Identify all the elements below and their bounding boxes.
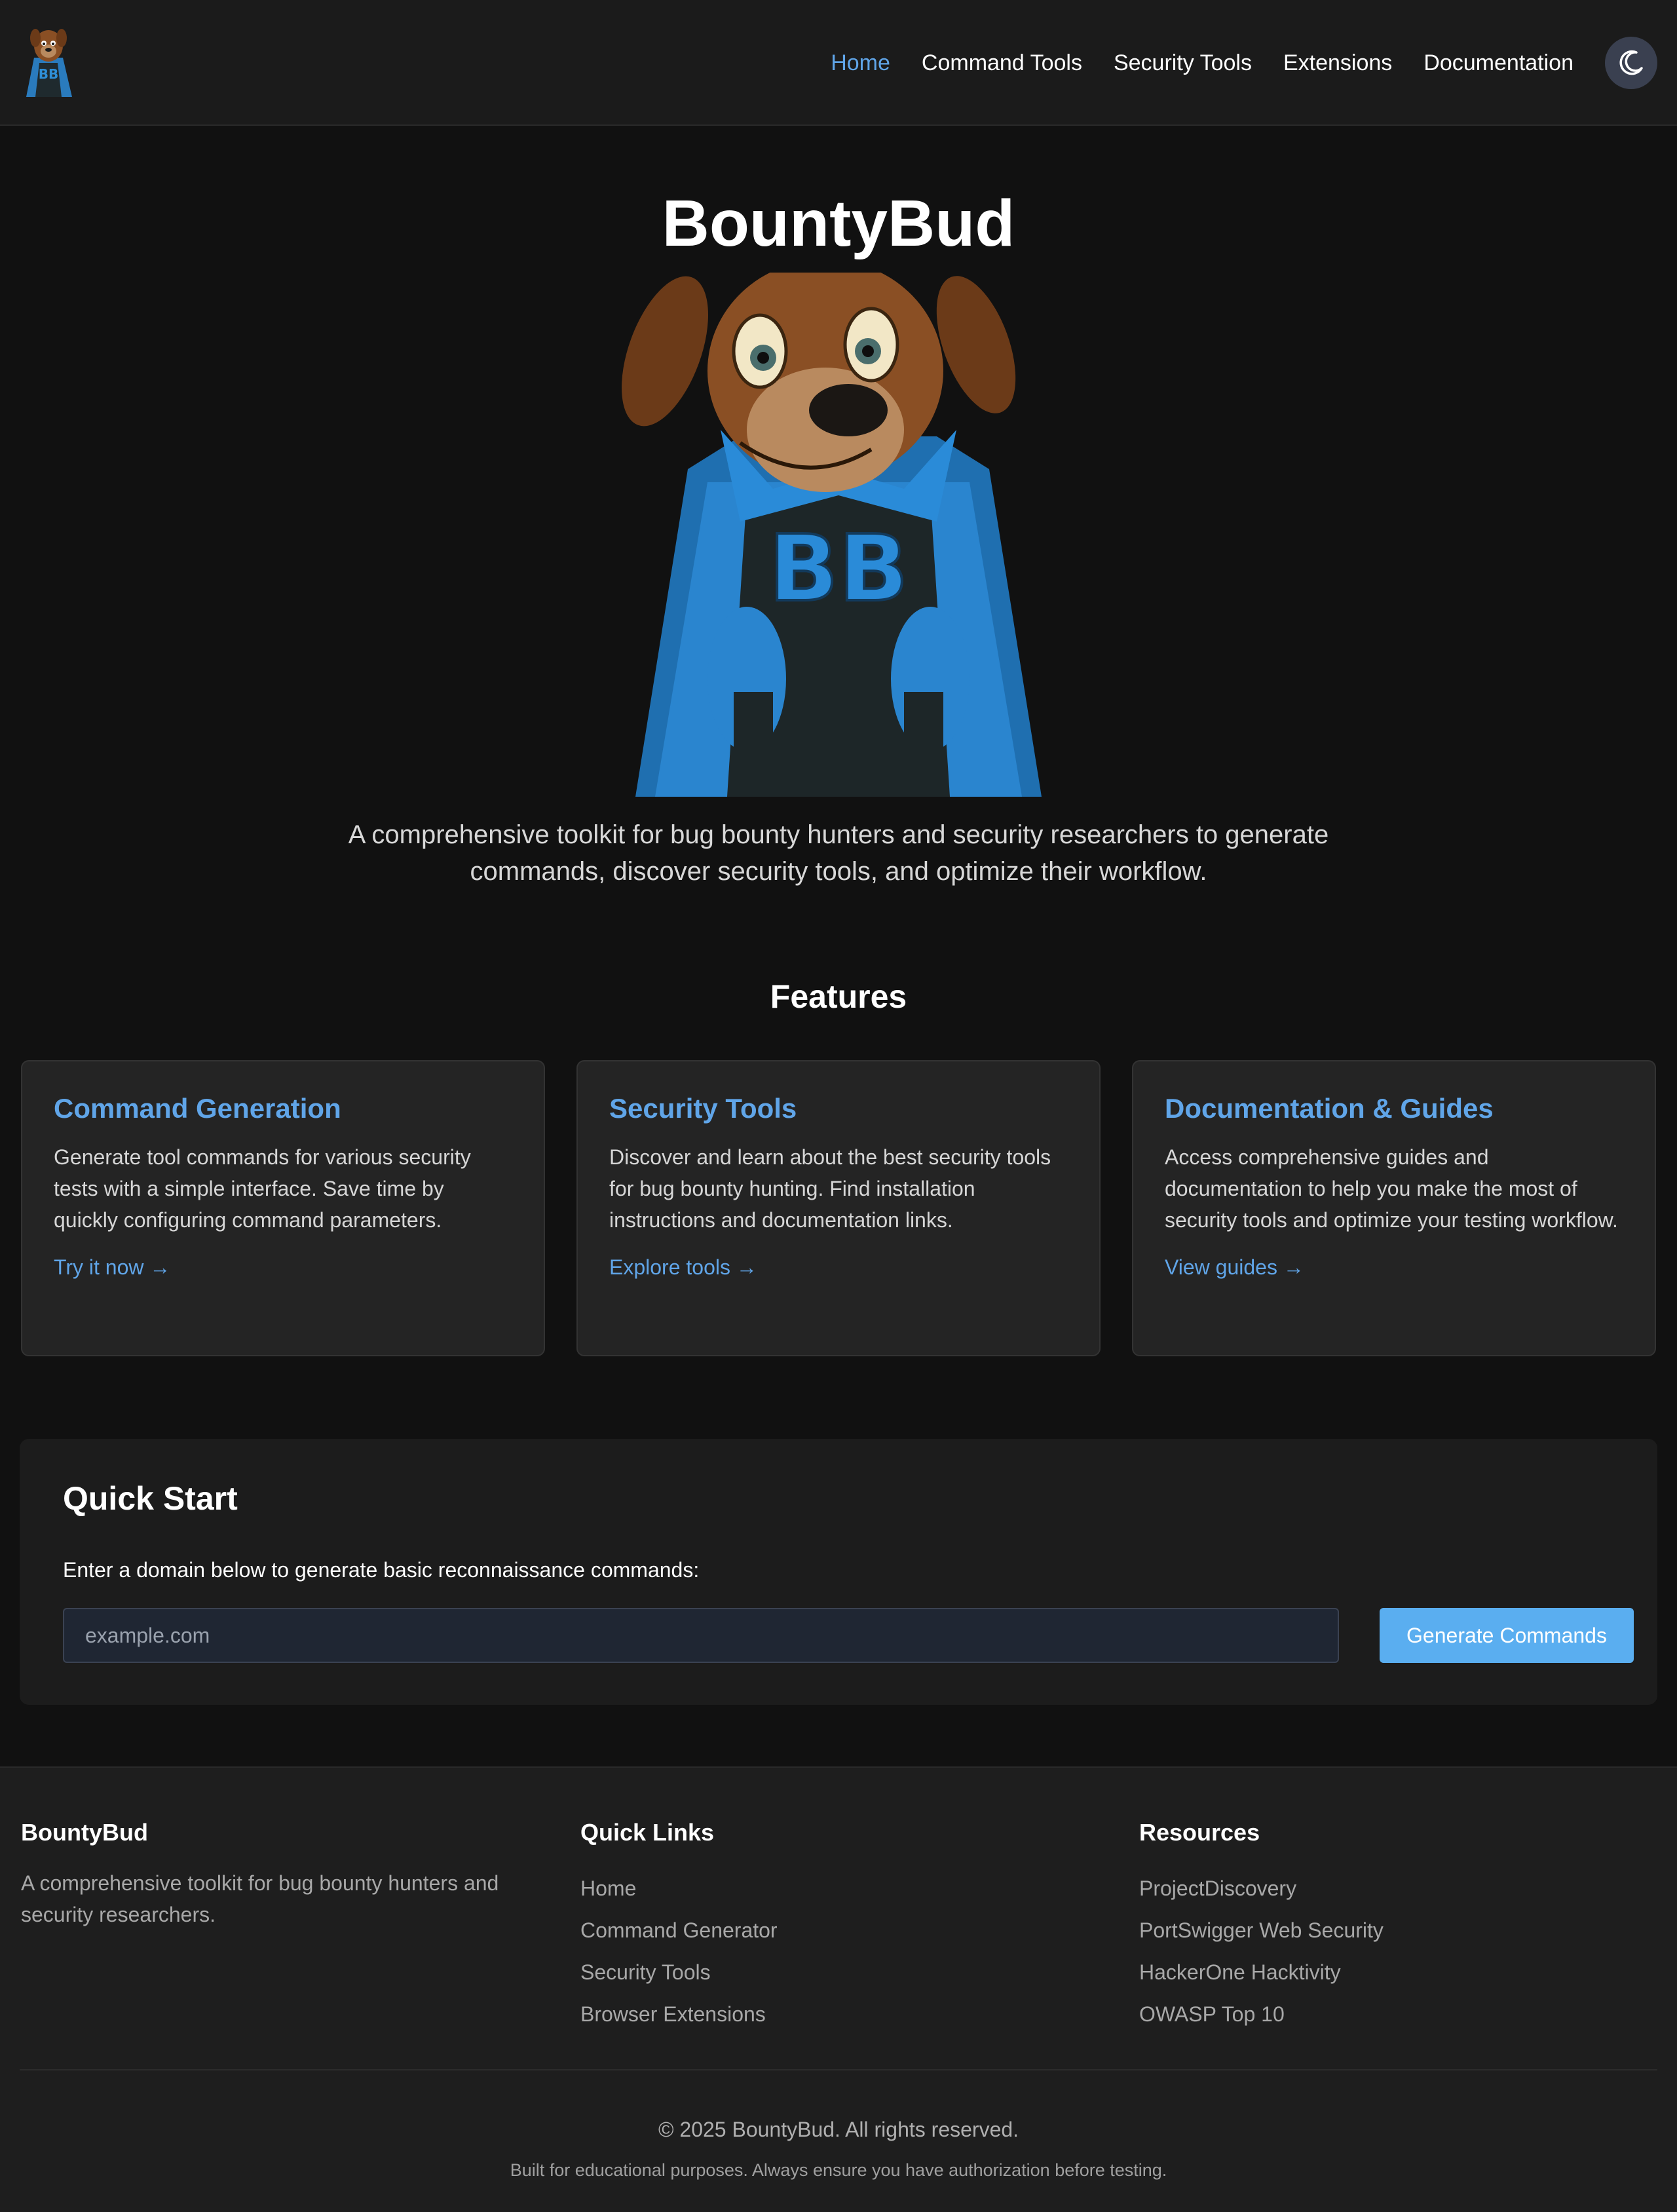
footer-about-title: BountyBud	[21, 1819, 148, 1846]
footer-quick-links-title: Quick Links	[580, 1819, 715, 1846]
footer-about: BountyBud A comprehensive toolkit for bu…	[21, 1816, 545, 1930]
footer-resources: Resources ProjectDiscovery PortSwigger W…	[1139, 1816, 1663, 2035]
domain-input[interactable]	[63, 1608, 1339, 1663]
moon-icon	[1619, 50, 1643, 75]
feature-card-title: Security Tools	[609, 1093, 797, 1124]
nav-extensions[interactable]: Extensions	[1283, 50, 1392, 76]
footer-link-home[interactable]: Home	[580, 1867, 1104, 1909]
nav-security-tools[interactable]: Security Tools	[1114, 50, 1252, 76]
footer-resources-title: Resources	[1139, 1819, 1260, 1846]
footer-quick-links: Quick Links Home Command Generator Secur…	[580, 1816, 1104, 2035]
footer-about-text: A comprehensive toolkit for bug bounty h…	[21, 1871, 499, 1926]
view-guides-link[interactable]: View guides →	[1165, 1255, 1304, 1279]
nav-documentation[interactable]: Documentation	[1423, 50, 1573, 76]
feature-card-text: Discover and learn about the best securi…	[609, 1145, 1051, 1232]
quick-start-panel: Quick Start Enter a domain below to gene…	[20, 1439, 1657, 1705]
theme-toggle-button[interactable]	[1605, 37, 1657, 89]
feature-card-command-generation: Command Generation Generate tool command…	[21, 1060, 545, 1356]
footer-divider	[20, 2069, 1657, 2070]
footer-link-hackerone[interactable]: HackerOne Hacktivity	[1139, 1951, 1663, 1993]
explore-tools-link[interactable]: Explore tools →	[609, 1255, 757, 1279]
feature-card-text: Access comprehensive guides and document…	[1165, 1145, 1618, 1232]
footer: BountyBud A comprehensive toolkit for bu…	[0, 1766, 1677, 2212]
footer-link-portswigger[interactable]: PortSwigger Web Security	[1139, 1909, 1663, 1951]
copyright-text: © 2025 BountyBud. All rights reserved.	[658, 2118, 1019, 2141]
try-it-now-link[interactable]: Try it now →	[54, 1255, 170, 1279]
footer-link-owasp[interactable]: OWASP Top 10	[1139, 1993, 1663, 2035]
mascot-image: BB	[622, 273, 1042, 797]
feature-card-title: Command Generation	[54, 1093, 341, 1124]
svg-text:BB: BB	[39, 66, 59, 82]
mascot-emblem: BB	[768, 516, 908, 622]
feature-card-title: Documentation & Guides	[1165, 1093, 1494, 1124]
footer-link-security-tools[interactable]: Security Tools	[580, 1951, 1104, 1993]
generate-commands-button[interactable]: Generate Commands	[1380, 1608, 1634, 1663]
hero-title: BountyBud	[662, 187, 1015, 260]
disclaimer-text: Built for educational purposes. Always e…	[510, 2160, 1167, 2180]
quick-start-label: Enter a domain below to generate basic r…	[63, 1558, 700, 1582]
nav-links: Home Command Tools Security Tools Extens…	[799, 35, 1657, 90]
footer-link-projectdiscovery[interactable]: ProjectDiscovery	[1139, 1867, 1663, 1909]
footer-link-command-generator[interactable]: Command Generator	[580, 1909, 1104, 1951]
feature-card-security-tools: Security Tools Discover and learn about …	[576, 1060, 1101, 1356]
features-heading: Features	[770, 978, 907, 1015]
nav-command-tools[interactable]: Command Tools	[922, 50, 1082, 76]
hero-description: A comprehensive toolkit for bug bounty h…	[348, 820, 1329, 886]
feature-card-text: Generate tool commands for various secur…	[54, 1145, 471, 1232]
footer-link-browser-extensions[interactable]: Browser Extensions	[580, 1993, 1104, 2035]
quick-start-title: Quick Start	[63, 1480, 238, 1517]
bountybud-logo[interactable]: BB	[20, 24, 77, 101]
nav-home[interactable]: Home	[831, 50, 890, 76]
top-navbar: BB Home Command Tools Security Tools Ext…	[0, 0, 1677, 126]
feature-card-documentation: Documentation & Guides Access comprehens…	[1132, 1060, 1656, 1356]
